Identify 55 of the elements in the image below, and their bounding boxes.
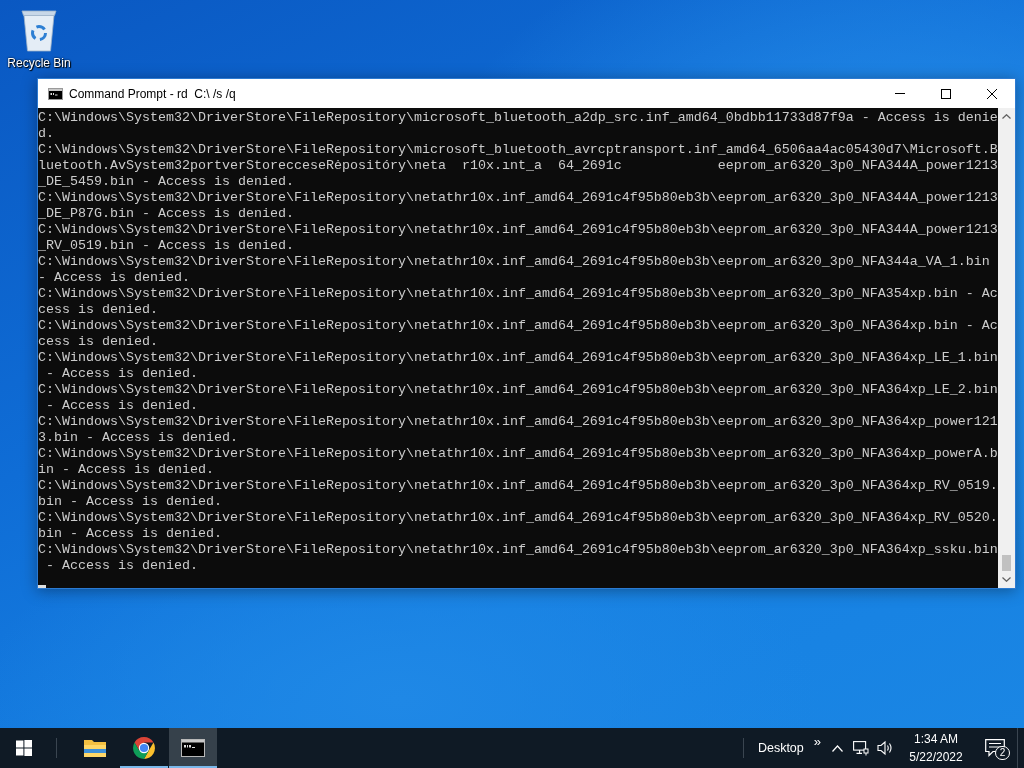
console-line: in - Access is denied. xyxy=(38,462,214,478)
clock-time: 1:34 AM xyxy=(914,732,958,746)
console-line: C:\Windows\System32\DriverStore\FileRepository\netathr10x.inf_amd64_2691c4f95b80eb3b\eeprom_ar6320_3p0_NFA344a_VA_1.bin xyxy=(38,254,990,270)
console-line: C:\Windows\System32\DriverStore\FileRepository\microsoft_bluetooth_a2dp_src.inf_amd64_0bdbb11733d87f9a - Access is denie xyxy=(38,110,998,126)
console-line: d. xyxy=(38,126,54,142)
speaker-icon xyxy=(877,740,893,756)
console-line: C:\Windows\System32\DriverStore\FileRepository\netathr10x.inf_amd64_2691c4f95b80eb3b\eeprom_ar6320_3p0_NFA364xp.bin - Ac xyxy=(38,318,998,334)
terminal-icon xyxy=(181,736,205,760)
console-line: C:\Windows\System32\DriverStore\FileRepository\netathr10x.inf_amd64_2691c4f95b80eb3b\eeprom_ar6320_3p0_NFA364xp_RV_0520. xyxy=(38,510,998,526)
terminal-icon xyxy=(48,87,63,100)
browser-icon xyxy=(132,736,156,760)
taskbar-button[interactable] xyxy=(169,728,217,768)
notifications-button[interactable]: 2 xyxy=(973,728,1017,768)
console-line: bin - Access is denied. xyxy=(38,526,222,542)
console-line: C:\Windows\System32\DriverStore\FileRepository\netathr10x.inf_amd64_2691c4f95b80eb3b\eeprom_ar6320_3p0_NFA364xp_ssku.bin xyxy=(38,542,998,558)
console-line: C:\Windows\System32\DriverStore\FileRepository\netathr10x.inf_amd64_2691c4f95b80eb3b\eeprom_ar6320_3p0_NFA344A_power1213 xyxy=(38,222,998,238)
toolbar-overflow-button[interactable]: » xyxy=(809,728,825,768)
console-line: - Access is denied. xyxy=(38,270,190,286)
chevron-down-icon xyxy=(1002,577,1011,582)
console-line: luetooth.AvSystem32portverStorecceseRėpositóry\neta r10x.ınt_a 64_2691c eeprom_ar6320_3p0_NFA344A_power1213 xyxy=(38,158,998,174)
scrollbar[interactable] xyxy=(998,108,1015,588)
console-line: bin - Access is denied. xyxy=(38,494,222,510)
chevron-up-icon xyxy=(831,744,843,752)
desktop-icon-label[interactable]: Recycle Bin xyxy=(7,56,71,70)
console-line: C:\Windows\System32\DriverStore\FileRepository\netathr10x.inf_amd64_2691c4f95b80eb3b\eeprom_ar6320_3p0_NFA364xp_RV_0519. xyxy=(38,478,998,494)
console-line: - Access is denied. xyxy=(45,558,198,574)
toolbar-button[interactable]: Desktop xyxy=(751,728,810,768)
console-line: C:\Windows\System32\DriverStore\FileRepository\microsoft_bluetooth_avrcptransport.inf_amd64_6506aa4ac05430d7\Microsoft.B xyxy=(38,142,998,158)
console-line: _DE_P87G.bin - Access is denied. xyxy=(38,206,294,222)
console-line: C:\Windows\System32\DriverStore\FileRepository\netathr10x.inf_amd64_2691c4f95b80eb3b\eeprom_ar6320_3p0_NFA344A_power1213 xyxy=(38,190,998,206)
console-line: - Access is denied. xyxy=(45,398,198,414)
text-cursor xyxy=(38,585,46,588)
scrollbar-thumb[interactable] xyxy=(1002,555,1011,571)
console-line: - Access is denied. xyxy=(45,366,198,382)
console-line: 3.bin - Access is denied. xyxy=(38,430,238,446)
console-line: C:\Windows\System32\DriverStore\FileRepository\netathr10x.inf_amd64_2691c4f95b80eb3b\eeprom_ar6320_3p0_NFA364xp_powerA.b xyxy=(38,446,998,462)
close-icon xyxy=(987,88,997,99)
speech-bubble-icon xyxy=(985,739,1005,757)
maximize-icon xyxy=(941,88,951,99)
console-line: C:\Windows\System32\DriverStore\FileRepository\netathr10x.inf_amd64_2691c4f95b80eb3b\eeprom_ar6320_3p0_NFA354xp.bin - Ac xyxy=(38,286,998,302)
notification-badge: 2 xyxy=(995,746,1010,760)
console-line: _RV_0519.bin - Access is denied. xyxy=(38,238,294,254)
network-icon xyxy=(853,740,869,756)
console-line: cess is denied. xyxy=(38,302,158,318)
window-title: Command Prompt - rd C:\ /s /q xyxy=(69,86,236,101)
console-line: C:\Windows\System32\DriverStore\FileRepository\netathr10x.inf_amd64_2691c4f95b80eb3b\eeprom_ar6320_3p0_NFA364xp_LE_1.bin xyxy=(38,350,998,366)
console-line: C:\Windows\System32\DriverStore\FileRepository\netathr10x.inf_amd64_2691c4f95b80eb3b\eeprom_ar6320_3p0_NFA364xp_LE_2.bin xyxy=(38,382,998,398)
clock-date: 5/22/2022 xyxy=(909,750,963,764)
clock-button[interactable]: 1:34 AM 5/22/2022 xyxy=(905,728,967,768)
start-icon xyxy=(16,740,32,756)
console-line: cess is denied. xyxy=(38,334,158,350)
console-line: C:\Windows\System32\DriverStore\FileRepository\netathr10x.inf_amd64_2691c4f95b80eb3b\eeprom_ar6320_3p0_NFA364xp_power121 xyxy=(38,414,998,430)
minimize-icon xyxy=(895,93,905,94)
chevron-up-icon xyxy=(1002,114,1011,119)
console-line: _DE_5459.bin - Access is denied. xyxy=(38,174,294,190)
